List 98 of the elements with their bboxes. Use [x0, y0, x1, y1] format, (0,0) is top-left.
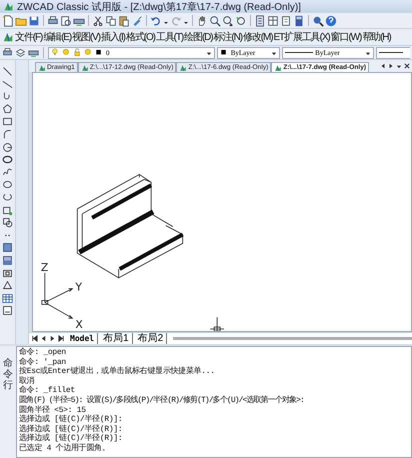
app-logo-icon [274, 64, 282, 72]
layout-tab[interactable]: Model [67, 333, 98, 344]
drawing-canvas[interactable]: Z Y X [32, 72, 412, 332]
printer-icon[interactable] [47, 14, 59, 26]
spline-icon[interactable] [2, 166, 13, 178]
command-line: 取消 [19, 376, 36, 386]
hand-icon[interactable] [196, 14, 208, 26]
next-icon[interactable] [388, 63, 394, 69]
dropdown-caret-icon [206, 50, 212, 56]
command-line: 选择边或 [链(C)/半径(R)]: [19, 415, 124, 424]
properties-icon[interactable] [254, 14, 266, 26]
menu-item[interactable]: 帮助(H) [362, 30, 391, 44]
command-line: 圆角半径 <5>: 15 [19, 406, 86, 415]
hatch-icon[interactable] [2, 242, 13, 254]
zoom-previous-icon[interactable] [235, 14, 247, 26]
axis-label: X [75, 318, 83, 331]
command-line: 已选定 4 个边用于圆角。 [19, 444, 111, 454]
table-icon[interactable] [267, 14, 279, 26]
menu-item[interactable]: 格式(O) [126, 30, 155, 44]
previous-icon[interactable] [40, 335, 47, 342]
axis-label: Z [40, 260, 48, 274]
command-line: 按Esc或Enter键退出，或单击鼠标右键显示快捷菜单... [19, 367, 216, 376]
elliptical-arc-icon[interactable] [2, 192, 13, 203]
menu-item[interactable]: 文件(F) [15, 30, 42, 44]
menu-item[interactable]: 工具(T) [156, 30, 184, 44]
insert-block-icon[interactable] [2, 204, 13, 216]
window-title: ZWCAD Classic 试用版 - [Z:\dwg\第17章\17-7.dwg (Read-Only)] [17, 0, 301, 14]
layout-tab[interactable]: 布局1 [100, 333, 133, 344]
sun-icon [84, 48, 93, 57]
first-icon[interactable] [31, 335, 38, 342]
undo-icon[interactable] [150, 14, 162, 26]
next-icon[interactable] [49, 335, 56, 342]
preview-icon[interactable] [60, 14, 72, 26]
command-line: 命令: _open [19, 348, 67, 358]
document-icon[interactable] [280, 14, 292, 26]
previous-icon[interactable] [380, 63, 386, 69]
color-swatch-icon [94, 48, 104, 57]
search-icon[interactable] [312, 14, 324, 26]
printer-icon[interactable] [2, 47, 13, 58]
app-logo-icon [80, 64, 89, 72]
make-block-icon[interactable] [2, 217, 13, 228]
menu-item[interactable]: 插入(I) [100, 30, 125, 44]
polygon-icon[interactable] [2, 104, 13, 115]
command-line: 命令: '_pan [19, 358, 67, 367]
panel-label: 命令行 [3, 358, 13, 393]
scissors-icon[interactable] [92, 14, 104, 26]
arc-icon[interactable] [2, 128, 13, 140]
menu-item[interactable]: 修改(M) [242, 30, 272, 44]
app-logo-icon[interactable] [2, 31, 14, 43]
rectangle-icon[interactable] [2, 116, 13, 128]
command-line: 命令: _fillet [19, 386, 76, 396]
axis-label: Y [75, 280, 82, 294]
dropdown-caret-icon[interactable] [396, 63, 402, 69]
triangle-icon[interactable] [2, 280, 13, 292]
clipboard-icon[interactable] [118, 14, 130, 26]
dropdown-caret-icon [365, 50, 372, 56]
app-logo-icon [179, 64, 188, 72]
layers-icon[interactable] [15, 47, 26, 58]
calculator-icon[interactable] [293, 14, 305, 26]
construction-line-icon[interactable] [2, 78, 13, 90]
magnifier-icon[interactable] [209, 14, 221, 26]
last-icon[interactable] [58, 335, 65, 342]
lightbulb-icon [50, 48, 60, 57]
save-icon[interactable] [28, 14, 40, 26]
sun-icon [62, 48, 71, 57]
color-swatch-icon [220, 48, 229, 57]
close-icon[interactable] [404, 63, 410, 69]
help-icon[interactable] [325, 14, 337, 26]
menu-item[interactable]: 标注(N) [214, 30, 242, 44]
menu-item[interactable]: 编辑(E) [43, 30, 72, 44]
command-line: 选择边或 [链(C)/半径(R)]: [19, 434, 124, 444]
command-line: 选择边或 [链(C)/半径(R)]: [19, 424, 124, 434]
app-logo-icon [38, 64, 46, 72]
padlock-icon [72, 48, 82, 57]
menu-item[interactable]: 视图(V) [72, 30, 100, 44]
zoom-window-icon[interactable] [222, 14, 234, 26]
region-icon[interactable] [2, 268, 13, 278]
new-file-icon[interactable] [2, 14, 14, 26]
layout-tab[interactable]: 布局2 [134, 333, 168, 344]
lineweight-dropdown[interactable] [376, 46, 410, 58]
command-line: 圆角(F) (半径=5): 设置(S)/多段线(P)/半径(R)/修剪(T)/多个(U)/<选取第一个对象>: [19, 396, 305, 406]
solid-model-drawing[interactable] [76, 174, 184, 279]
ucs-icon [41, 272, 74, 319]
line-icon[interactable] [2, 66, 13, 77]
ellipse-icon[interactable] [2, 179, 13, 190]
table-icon[interactable] [2, 292, 13, 304]
horizontal-scrollbar[interactable] [173, 337, 412, 340]
text-frame-icon[interactable] [2, 305, 13, 316]
cursor-icon [210, 316, 224, 331]
menu-item[interactable]: ET扩展工具(X) [273, 30, 330, 44]
dropdown-caret-icon [271, 50, 278, 56]
app-logo-icon [3, 1, 14, 12]
circle-icon[interactable] [2, 142, 13, 153]
menu-item[interactable]: 绘图(D) [184, 30, 213, 44]
menu-item[interactable]: 窗口(W) [330, 30, 362, 44]
copy-icon[interactable] [105, 14, 117, 26]
brush-icon[interactable] [131, 14, 143, 26]
gradient-icon[interactable] [2, 254, 13, 266]
